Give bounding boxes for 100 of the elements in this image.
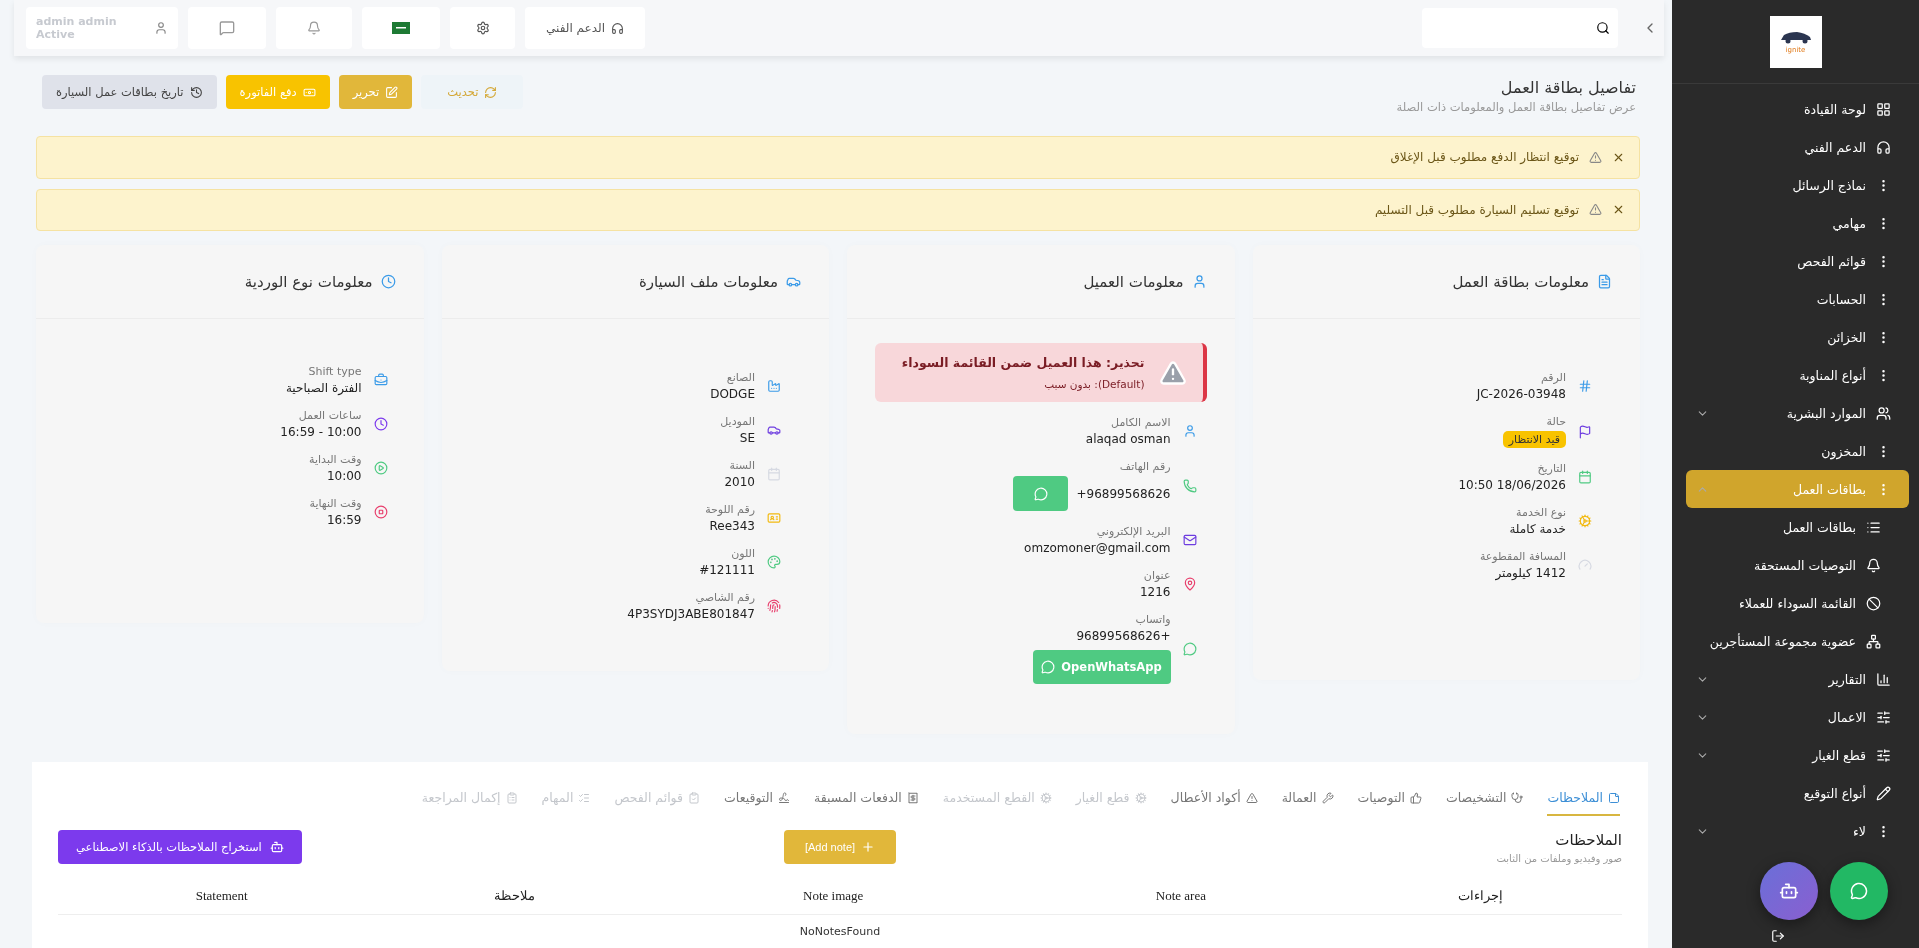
field-label: الصانع — [726, 371, 755, 384]
menu-item[interactable]: لاء — [1686, 812, 1909, 850]
tab[interactable]: التوقيعات — [724, 784, 790, 816]
page-title: تفاصيل بطاقة العمل — [1499, 78, 1636, 97]
edit-icon — [385, 85, 399, 99]
sliders-icon — [1876, 709, 1891, 725]
field-label: رقم الهاتف — [1119, 460, 1171, 473]
hash-icon — [1578, 379, 1592, 393]
list-icon — [1866, 519, 1881, 535]
tab[interactable]: أكواد الأعطال — [1170, 784, 1258, 816]
submenu-item[interactable]: عضوية مجموعة المستأجرين — [1686, 622, 1909, 660]
chart-icon — [1876, 671, 1891, 687]
menu-item[interactable]: الحسابات — [1686, 280, 1909, 318]
column-header: Statement — [58, 878, 386, 915]
field-label: وقت البداية — [309, 453, 362, 466]
tab[interactable]: العمالة — [1281, 784, 1334, 816]
empty-message: NoNotesFound — [58, 914, 1622, 948]
section-title: الملاحظات — [1554, 830, 1622, 849]
field-value: 2010 — [724, 475, 755, 489]
field-value: DODGE — [710, 387, 755, 401]
alert-text: توقيع انتظار الدفع مطلوب قبل الإغلاق — [1390, 150, 1579, 165]
history-icon — [189, 85, 203, 99]
field-label: وقت النهاية — [309, 497, 362, 510]
tab[interactable]: التوصيات — [1357, 784, 1422, 816]
sliders-icon — [1876, 747, 1891, 763]
phone-icon — [1182, 478, 1197, 493]
menu-item[interactable]: الخزائن — [1686, 318, 1909, 356]
menu-item[interactable]: الاعمال — [1686, 698, 1909, 736]
ai-extract-button[interactable]: استخراج الملاحظات بالذكاء الاصطناعي — [58, 830, 302, 864]
language-button[interactable] — [362, 7, 440, 49]
menu-item[interactable]: قطع الغيار — [1686, 736, 1909, 774]
chat-icon — [219, 20, 235, 36]
gears-icon — [1039, 791, 1052, 804]
plus-icon — [861, 840, 876, 854]
search-field[interactable] — [1422, 8, 1618, 48]
field-value: 10:00 - 16:59 — [280, 425, 362, 439]
signature-icon — [777, 791, 790, 804]
thumbs-up-icon — [1410, 791, 1422, 804]
submenu-item[interactable]: التوصيات المستحقة — [1686, 546, 1909, 584]
menu-item[interactable]: المخزون — [1686, 432, 1909, 470]
car-icon — [767, 423, 781, 437]
menu-item[interactable]: أنواع المناوبة — [1686, 356, 1909, 394]
robot-icon — [1779, 881, 1799, 901]
tab[interactable]: الملاحظات — [1547, 784, 1620, 816]
field-label: رقم اللوحة — [705, 503, 755, 516]
settings-button[interactable] — [450, 7, 515, 49]
menu-item[interactable]: الدعم الفني — [1686, 128, 1909, 166]
assistant-button[interactable] — [1760, 862, 1818, 920]
alert-text: توقيع تسليم السيارة مطلوب قبل التسليم — [1374, 202, 1579, 217]
robot-icon — [269, 840, 284, 854]
bell-icon — [307, 21, 321, 35]
menu-item[interactable]: الموارد البشرية — [1686, 394, 1909, 432]
car-icon — [1778, 29, 1813, 44]
clock-icon — [380, 274, 396, 289]
action-button[interactable]: تاريخ بطاقات عمل السيارة — [42, 75, 217, 109]
menu-item[interactable]: مهامي — [1686, 204, 1909, 242]
tools-icon — [1321, 791, 1334, 804]
field-label: نوع الخدمة — [1516, 506, 1566, 519]
field-label: عنوان — [1143, 569, 1171, 582]
field-value: Ree343 — [709, 519, 755, 533]
submenu-item[interactable]: القائمة السوداء للعملاء — [1686, 584, 1909, 622]
headset-icon — [610, 21, 624, 35]
warning-icon — [1158, 358, 1187, 387]
field-value: +96899568626 — [1076, 486, 1171, 501]
menu-item[interactable]: التقارير — [1686, 660, 1909, 698]
clock-icon — [373, 417, 388, 431]
field-label: Shift type — [308, 365, 362, 378]
field-value: SE — [739, 431, 755, 445]
tab[interactable]: التشخيصات — [1446, 784, 1524, 816]
user-icon — [1182, 424, 1197, 438]
field-value: 18/06/2026 10:50 — [1458, 478, 1566, 492]
flag-icon — [1578, 424, 1592, 439]
card-title: معلومات العميل — [1083, 272, 1184, 291]
field-label: البريد الإلكتروني — [1096, 525, 1171, 538]
id-card-icon — [767, 511, 781, 525]
support-button[interactable]: الدعم الفني — [525, 7, 645, 49]
submenu-item[interactable]: بطاقات العمل — [1686, 508, 1909, 546]
menu-item[interactable]: نماذج الرسائل — [1686, 166, 1909, 204]
field-label: الموديل — [720, 415, 755, 428]
menu-item[interactable]: لوحة القيادة — [1686, 90, 1909, 128]
document-icon — [1597, 274, 1612, 289]
tab[interactable]: الدفعات المسبقة — [813, 784, 919, 816]
gears-icon — [1578, 514, 1592, 528]
logout-icon[interactable] — [1771, 929, 1785, 943]
field-value: 10:00 — [326, 469, 362, 483]
menu-item[interactable]: قوائم الفحص — [1686, 242, 1909, 280]
field-value: 1216 — [1139, 585, 1171, 599]
card-title: معلومات ملف السيارة — [638, 272, 778, 291]
search-icon — [1596, 21, 1610, 35]
field-label: اللون — [731, 547, 755, 560]
fingerprint-icon — [767, 599, 781, 613]
field-label: الرقم — [1540, 371, 1566, 384]
calendar-icon — [1578, 470, 1592, 484]
column-header: ملاحظة — [385, 878, 644, 915]
user-icon — [1191, 274, 1207, 289]
menu-item[interactable]: أنواع التوقيع — [1686, 774, 1909, 812]
field-label: حالة — [1546, 415, 1566, 428]
whatsapp-icon — [1182, 641, 1197, 656]
field-value: #121111 — [699, 563, 755, 577]
flag-icon — [392, 22, 410, 34]
